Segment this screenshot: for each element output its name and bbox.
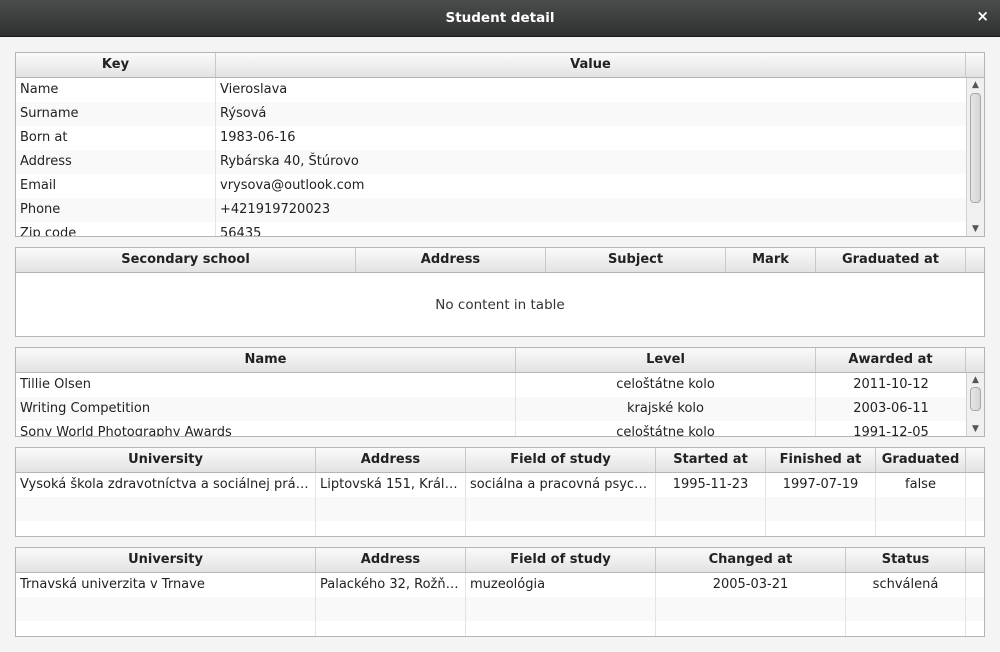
award-level-cell: celoštátne kolo — [516, 421, 816, 436]
key-cell: Phone — [16, 198, 216, 222]
key-cell: Born at — [16, 126, 216, 150]
column-header-level[interactable]: Level — [516, 348, 816, 372]
arrow-down-icon[interactable]: ▼ — [967, 223, 984, 235]
started-at-cell: 1995-11-23 — [656, 473, 766, 497]
vertical-scrollbar[interactable]: ▲ ▼ — [966, 373, 984, 436]
empty-row — [16, 497, 984, 521]
column-header-graduated-at[interactable]: Graduated at — [816, 248, 966, 272]
column-header-mark[interactable]: Mark — [726, 248, 816, 272]
table-row[interactable]: Writing Competition krajské kolo 2003-06… — [16, 397, 966, 421]
column-header-university[interactable]: University — [16, 448, 316, 472]
award-name-cell: Writing Competition — [16, 397, 516, 421]
empty-row — [16, 597, 984, 621]
table-body: Trnavská univerzita v Trnave Palackého 3… — [16, 573, 984, 636]
column-header-address[interactable]: Address — [316, 448, 466, 472]
table-header: Key Value — [16, 53, 984, 78]
column-header-address[interactable]: Address — [356, 248, 546, 272]
award-name-cell: Sony World Photography Awards — [16, 421, 516, 436]
column-header-changed-at[interactable]: Changed at — [656, 548, 846, 572]
university-studies-table[interactable]: University Address Field of study Starte… — [15, 447, 985, 537]
award-name-cell: Tillie Olsen — [16, 373, 516, 397]
table-row[interactable]: Phone +421919720023 — [16, 198, 966, 222]
key-cell: Address — [16, 150, 216, 174]
university-cell: Vysoká škola zdravotníctva a sociálnej p… — [16, 473, 316, 497]
table-row[interactable]: Surname Rýsová — [16, 102, 966, 126]
value-cell: Rybárska 40, Štúrovo — [220, 154, 359, 169]
table-body: Name Vieroslava Surname Rýsová Born at 1… — [16, 78, 966, 236]
value-cell: vrysova@outlook.com — [220, 178, 365, 193]
table-header: University Address Field of study Change… — [16, 548, 984, 573]
personal-info-table[interactable]: Key Value Name Vieroslava Surname Rýsová… — [15, 52, 985, 237]
close-icon[interactable]: × — [976, 9, 989, 24]
column-header-field-of-study[interactable]: Field of study — [466, 548, 656, 572]
column-header-graduated[interactable]: Graduated — [876, 448, 966, 472]
column-header-key[interactable]: Key — [16, 53, 216, 77]
column-header-finished-at[interactable]: Finished at — [766, 448, 876, 472]
address-cell: Liptovská 151, Králová — [316, 473, 466, 497]
finished-at-cell: 1997-07-19 — [766, 473, 876, 497]
key-cell: Zip code — [16, 222, 216, 236]
empty-row — [16, 521, 984, 536]
table-header: University Address Field of study Starte… — [16, 448, 984, 473]
field-of-study-cell: sociálna a pracovná psychológia — [466, 473, 656, 497]
table-header: Secondary school Address Subject Mark Gr… — [16, 248, 984, 273]
vertical-scrollbar[interactable]: ▲ ▼ — [966, 78, 984, 236]
changed-at-cell: 2005-03-21 — [656, 573, 846, 597]
secondary-school-table[interactable]: Secondary school Address Subject Mark Gr… — [15, 247, 985, 337]
column-header-value[interactable]: Value — [216, 53, 966, 77]
key-cell: Email — [16, 174, 216, 198]
scrollbar-thumb[interactable] — [970, 93, 981, 203]
table-row[interactable]: Zip code 56435 — [16, 222, 966, 236]
table-row[interactable]: Name Vieroslava — [16, 78, 966, 102]
column-header-field-of-study[interactable]: Field of study — [466, 448, 656, 472]
value-cell: Vieroslava — [220, 82, 288, 97]
arrow-down-icon[interactable]: ▼ — [967, 423, 984, 435]
column-header-address[interactable]: Address — [316, 548, 466, 572]
awarded-at-cell: 2003-06-11 — [853, 401, 929, 416]
address-cell: Palackého 32, Rožňava — [316, 573, 466, 597]
table-body: Vysoká škola zdravotníctva a sociálnej p… — [16, 473, 984, 536]
window-title: Student detail — [445, 10, 555, 26]
awarded-at-cell: 1991-12-05 — [853, 425, 929, 436]
column-header-name[interactable]: Name — [16, 348, 516, 372]
status-cell: schválená — [846, 573, 966, 597]
empty-table-placeholder: No content in table — [435, 296, 565, 313]
column-header-secondary-school[interactable]: Secondary school — [16, 248, 356, 272]
table-row[interactable]: Sony World Photography Awards celoštátne… — [16, 421, 966, 436]
awards-table[interactable]: Name Level Awarded at Tillie Olsen celoš… — [15, 347, 985, 437]
key-cell: Name — [16, 78, 216, 102]
table-row[interactable]: Trnavská univerzita v Trnave Palackého 3… — [16, 573, 984, 597]
value-cell: 1983-06-16 — [220, 130, 296, 145]
table-row[interactable]: Address Rybárska 40, Štúrovo — [16, 150, 966, 174]
value-cell: 56435 — [220, 226, 262, 236]
scrollbar-thumb[interactable] — [970, 387, 981, 411]
table-body: Tillie Olsen celoštátne kolo 2011-10-12 … — [16, 373, 966, 436]
university-applications-table[interactable]: University Address Field of study Change… — [15, 547, 985, 637]
column-header-status[interactable]: Status — [846, 548, 966, 572]
value-cell: Rýsová — [220, 106, 267, 121]
arrow-up-icon[interactable]: ▲ — [967, 374, 984, 386]
award-level-cell: celoštátne kolo — [516, 373, 816, 397]
awarded-at-cell: 2011-10-12 — [853, 377, 929, 392]
table-header: Name Level Awarded at — [16, 348, 984, 373]
table-row[interactable]: Born at 1983-06-16 — [16, 126, 966, 150]
arrow-up-icon[interactable]: ▲ — [967, 79, 984, 91]
field-of-study-cell: muzeológia — [466, 573, 656, 597]
table-row[interactable]: Vysoká škola zdravotníctva a sociálnej p… — [16, 473, 984, 497]
graduated-cell: false — [876, 473, 966, 497]
column-header-university[interactable]: University — [16, 548, 316, 572]
column-header-started-at[interactable]: Started at — [656, 448, 766, 472]
table-row[interactable]: Tillie Olsen celoštátne kolo 2011-10-12 — [16, 373, 966, 397]
column-header-awarded-at[interactable]: Awarded at — [816, 348, 966, 372]
value-cell: +421919720023 — [220, 202, 331, 217]
column-header-subject[interactable]: Subject — [546, 248, 726, 272]
empty-row — [16, 621, 984, 636]
table-row[interactable]: Email vrysova@outlook.com — [16, 174, 966, 198]
award-level-cell: krajské kolo — [516, 397, 816, 421]
title-bar: Student detail × — [0, 0, 1000, 37]
university-cell: Trnavská univerzita v Trnave — [16, 573, 316, 597]
key-cell: Surname — [16, 102, 216, 126]
